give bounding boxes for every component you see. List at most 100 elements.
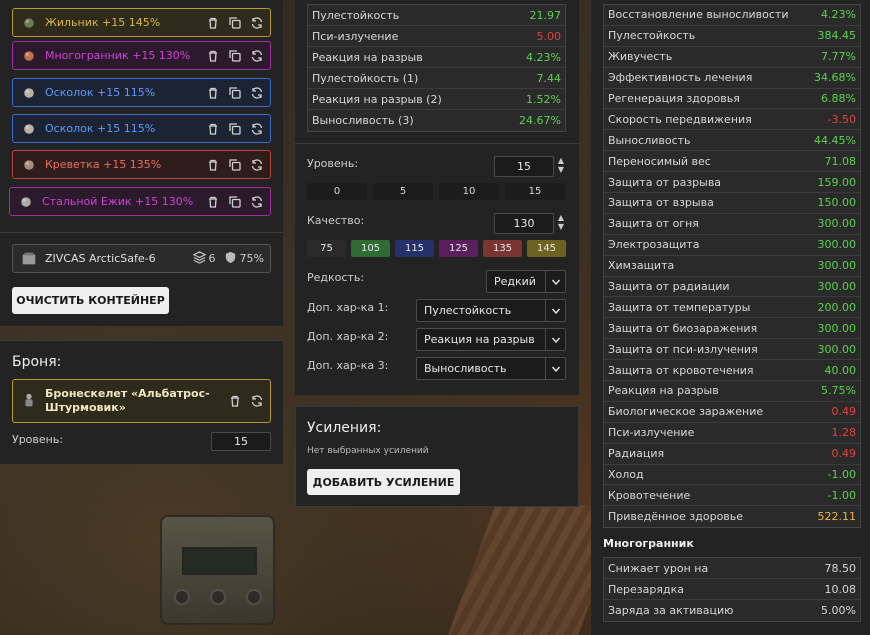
- quality-input[interactable]: 130: [494, 213, 554, 234]
- stat-value: 300.00: [817, 217, 857, 231]
- stat-row: Химзащита 300.00: [604, 256, 860, 277]
- container-card[interactable]: ZIVCAS ArcticSafe-6 6 75%: [12, 244, 271, 273]
- copy-icon[interactable]: [228, 195, 242, 209]
- swap-icon[interactable]: [250, 195, 264, 209]
- artifact-card[interactable]: Осколок +15 115%: [12, 114, 271, 143]
- clear-container-button[interactable]: ОЧИСТИТЬ КОНТЕЙНЕР: [12, 287, 169, 314]
- trash-icon[interactable]: [206, 16, 220, 30]
- trash-icon[interactable]: [206, 49, 220, 63]
- artifact-info-table: Снижает урон на 78.50 Перезарядка 10.08 Заря…: [603, 557, 861, 622]
- chevron-down-icon: [545, 271, 565, 292]
- quality-preset-button[interactable]: 75: [307, 240, 346, 257]
- stat-name: Пулестойкость (1): [312, 71, 419, 85]
- trash-icon[interactable]: [206, 122, 220, 136]
- quality-preset-button[interactable]: 135: [483, 240, 522, 257]
- stat-row: Биологическое заражение 0.49: [604, 402, 860, 423]
- extra3-label: Доп. хар-ка 3:: [307, 359, 389, 372]
- swap-icon[interactable]: [250, 49, 264, 63]
- trash-icon[interactable]: [228, 394, 242, 408]
- swap-icon[interactable]: [250, 86, 264, 100]
- copy-icon[interactable]: [228, 122, 242, 136]
- stat-name: Пси-излучение: [312, 29, 399, 43]
- chevron-down-icon: [545, 300, 565, 321]
- armor-level-label: Уровень:: [12, 433, 64, 446]
- stat-value: 7.77%: [821, 50, 856, 64]
- trash-icon[interactable]: [206, 195, 220, 209]
- stat-value: 159.00: [817, 175, 857, 189]
- quality-preset-button[interactable]: 115: [395, 240, 434, 257]
- stat-value: 300.00: [817, 238, 857, 252]
- extra1-select[interactable]: Пулестойкость: [416, 299, 566, 322]
- container-icon: [19, 249, 39, 269]
- extra3-select[interactable]: Выносливость: [416, 357, 566, 380]
- extra2-select[interactable]: Реакция на разрыв: [416, 328, 566, 351]
- stat-value: 200.00: [817, 300, 857, 314]
- stat-value: 300.00: [817, 259, 857, 273]
- oskolok-icon: [19, 83, 39, 103]
- stat-row: Регенерация здоровья 6.88%: [604, 89, 860, 110]
- copy-icon[interactable]: [228, 158, 242, 172]
- stat-row: Защита от биозаражения 300.00: [604, 318, 860, 340]
- armor-level-input[interactable]: 15: [211, 432, 271, 451]
- copy-icon[interactable]: [228, 49, 242, 63]
- stat-name: Снижает урон на: [608, 561, 709, 575]
- stat-value: 522.11: [817, 510, 857, 524]
- stat-name: Защита от пси-излучения: [608, 342, 758, 356]
- level-preset-button[interactable]: 5: [373, 183, 433, 200]
- stat-row: Защита от радиации 300.00: [604, 277, 860, 298]
- stat-value: 7.44: [536, 71, 562, 85]
- stat-name: Защита от кровотечения: [608, 363, 754, 377]
- stat-name: Пулестойкость: [608, 29, 696, 43]
- artifact-card[interactable]: Стальной Ежик +15 130%: [9, 187, 271, 216]
- level-preset-button[interactable]: 10: [439, 183, 499, 200]
- swap-icon[interactable]: [250, 158, 264, 172]
- level-input[interactable]: 15: [494, 156, 554, 177]
- quality-preset-button[interactable]: 105: [351, 240, 390, 257]
- stat-row: Пулестойкость 21.97: [308, 5, 565, 26]
- stat-name: Защита от разрыва: [608, 175, 722, 189]
- stat-row: Электрозащита 300.00: [604, 235, 860, 256]
- extra3-value: Выносливость: [424, 362, 507, 375]
- stat-name: Переносимый вес: [608, 154, 711, 168]
- stat-row: Реакция на разрыв 5.75%: [604, 381, 860, 402]
- artifact-label: Жильник +15 145%: [45, 16, 161, 29]
- stat-row: Реакция на разрыв 4.23%: [308, 47, 565, 68]
- extra1-label: Доп. хар-ка 1:: [307, 301, 389, 314]
- trash-icon[interactable]: [206, 86, 220, 100]
- level-preset-button[interactable]: 15: [505, 183, 565, 200]
- copy-icon[interactable]: [228, 16, 242, 30]
- stat-row: Восстановление выносливости 4.23%: [604, 5, 860, 26]
- stat-row: Живучесть 7.77%: [604, 47, 860, 68]
- rarity-select[interactable]: Редкий: [486, 270, 566, 293]
- quality-stepper[interactable]: ▲ ▼: [556, 213, 566, 231]
- stat-name: Реакция на разрыв: [608, 384, 719, 398]
- stat-value: 300.00: [817, 321, 857, 335]
- swap-icon[interactable]: [250, 16, 264, 30]
- armor-card[interactable]: Бронескелет «Альбатрос-Штурмовик»: [12, 379, 271, 423]
- stat-row: Выносливость (3) 24.67%: [308, 110, 565, 131]
- level-stepper[interactable]: ▲ ▼: [556, 156, 566, 174]
- add-boost-button[interactable]: ДОБАВИТЬ УСИЛЕНИЕ: [307, 469, 460, 495]
- swap-icon[interactable]: [250, 394, 264, 408]
- divider: [0, 232, 283, 233]
- artifact-card[interactable]: Осколок +15 115%: [12, 78, 271, 107]
- artifact-label: Креветка +15 135%: [45, 158, 162, 171]
- stat-value: 44.45%: [814, 133, 856, 147]
- swap-icon[interactable]: [250, 122, 264, 136]
- trash-icon[interactable]: [206, 158, 220, 172]
- quality-preset-button[interactable]: 145: [527, 240, 566, 257]
- armor-title: Броня:: [12, 354, 62, 370]
- stat-row: Защита от пси-излучения 300.00: [604, 339, 860, 361]
- armor-name: Бронескелет «Альбатрос-Штурмовик»: [45, 387, 210, 414]
- copy-icon[interactable]: [228, 86, 242, 100]
- stat-name: Реакция на разрыв (2): [312, 92, 442, 106]
- stat-value: 4.23%: [526, 50, 561, 64]
- stat-name: Защита от взрыва: [608, 196, 714, 210]
- artifact-card[interactable]: Многогранник +15 130%: [12, 41, 271, 70]
- artifact-card[interactable]: Креветка +15 135%: [12, 150, 271, 179]
- level-preset-button[interactable]: 0: [307, 183, 367, 200]
- stat-name: Электрозащита: [608, 238, 700, 252]
- quality-preset-button[interactable]: 125: [439, 240, 478, 257]
- artifact-card[interactable]: Жильник +15 145%: [12, 8, 271, 37]
- extra1-value: Пулестойкость: [424, 304, 512, 317]
